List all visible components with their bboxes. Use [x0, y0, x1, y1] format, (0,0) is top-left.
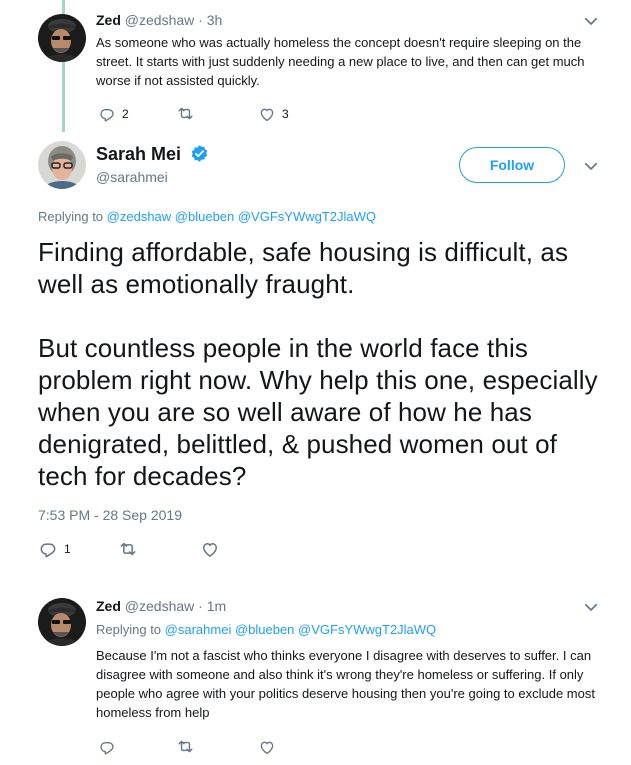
- tweet-text: As someone who was actually homeless the…: [96, 35, 585, 88]
- reply-icon: [98, 738, 116, 756]
- avatar[interactable]: [38, 14, 86, 62]
- retweet-icon: [176, 104, 195, 123]
- reply-icon: [98, 105, 116, 123]
- tweet-timestamp[interactable]: 7:53 PM - 28 Sep 2019: [38, 507, 182, 523]
- chevron-down-icon[interactable]: [582, 12, 600, 30]
- replying-to-handles[interactable]: @sarahmei @blueben @VGFsYWwgT2JlaWQ: [165, 622, 437, 637]
- author-handle[interactable]: @sarahmei: [96, 169, 168, 185]
- author-name-text: Sarah Mei: [96, 144, 182, 164]
- avatar[interactable]: [38, 141, 86, 189]
- tweet-header: Zed @zedshaw · 3h: [96, 12, 222, 28]
- follow-button[interactable]: Follow: [459, 147, 565, 183]
- author-name[interactable]: Zed: [96, 598, 121, 614]
- like-count: 3: [282, 106, 289, 121]
- heart-icon: [258, 105, 276, 123]
- retweet-icon: [176, 737, 195, 756]
- like-button[interactable]: 3: [258, 105, 289, 123]
- zed-avatar-image: [38, 14, 86, 62]
- reply-button[interactable]: 2: [98, 105, 176, 123]
- tweet-time[interactable]: · 1m: [198, 598, 226, 614]
- like-button[interactable]: [258, 738, 276, 756]
- tweet-time[interactable]: · 3h: [198, 12, 222, 28]
- chevron-down-icon[interactable]: [582, 157, 600, 175]
- author-handle[interactable]: @zedshaw: [125, 12, 194, 28]
- avatar[interactable]: [38, 598, 86, 646]
- sarah-avatar-image: [38, 141, 86, 189]
- tweet-text: Because I'm not a fascist who thinks eve…: [96, 648, 595, 720]
- replying-to-handles[interactable]: @zedshaw @blueben @VGFsYWwgT2JlaWQ: [107, 209, 376, 224]
- heart-icon: [258, 738, 276, 756]
- author-handle[interactable]: @zedshaw: [125, 598, 194, 614]
- like-button[interactable]: [200, 539, 220, 559]
- tweet-paragraph: Finding affordable, safe housing is diff…: [38, 237, 569, 299]
- heart-icon: [200, 539, 220, 559]
- tweet-actions: [98, 737, 276, 756]
- tweet-text: Finding affordable, safe housing is diff…: [38, 236, 603, 492]
- reply-count: 1: [64, 542, 71, 556]
- retweet-button[interactable]: [176, 737, 258, 756]
- author-name[interactable]: Sarah Mei: [96, 144, 209, 165]
- reply-button[interactable]: 1: [38, 539, 118, 559]
- verified-badge-icon: [191, 145, 208, 162]
- chevron-down-icon[interactable]: [582, 598, 600, 616]
- reply-icon: [38, 539, 58, 559]
- retweet-icon: [118, 539, 138, 559]
- author-name[interactable]: Zed: [96, 12, 121, 28]
- replying-to-label: Replying to: [96, 622, 162, 637]
- tweet-actions: 1: [38, 539, 220, 559]
- replying-to-line: Replying to @zedshaw @blueben @VGFsYWwgT…: [38, 209, 376, 224]
- retweet-button[interactable]: [176, 104, 258, 123]
- reply-button[interactable]: [98, 738, 176, 756]
- tweet-paragraph: But countless people in the world face t…: [38, 333, 598, 491]
- reply-count: 2: [122, 106, 129, 121]
- tweet-actions: 2 3: [98, 104, 289, 123]
- replying-to-line: Replying to @sarahmei @blueben @VGFsYWwg…: [96, 622, 436, 637]
- replying-to-label: Replying to: [38, 209, 104, 224]
- retweet-button[interactable]: [118, 539, 200, 559]
- tweet-header: Zed @zedshaw · 1m: [96, 598, 226, 614]
- zed-avatar-image: [38, 598, 86, 646]
